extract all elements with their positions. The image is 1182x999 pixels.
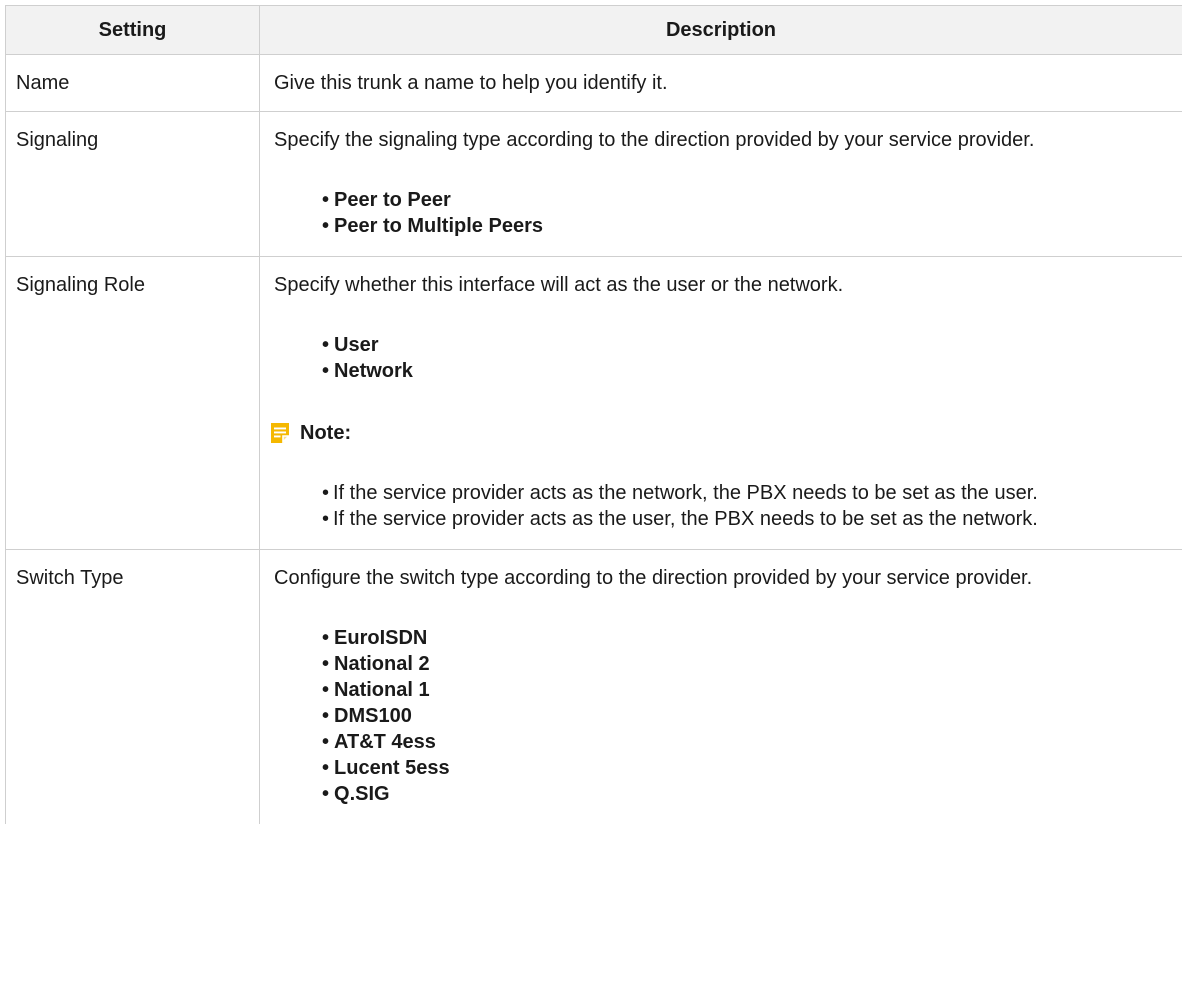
option-label: Peer to Peer xyxy=(334,189,451,211)
option-label: Peer to Multiple Peers xyxy=(334,215,543,237)
note-icon xyxy=(271,423,291,444)
list-item: • Q.SIG xyxy=(322,783,390,805)
option-label: User xyxy=(334,334,379,356)
list-item: • DMS100 xyxy=(322,705,412,727)
note-heading: Note: xyxy=(271,420,1172,446)
list-item: • If the service provider acts as the use… xyxy=(322,508,1038,530)
column-header-setting: Setting xyxy=(5,5,260,55)
setting-description: Specify the signaling type according to … xyxy=(259,111,1182,257)
table-row: Name Give this trunk a name to help you … xyxy=(5,54,1182,112)
setting-name: Signaling Role xyxy=(5,256,260,550)
note-text: If the service provider acts as the user… xyxy=(333,508,1038,530)
list-item: • National 1 xyxy=(322,679,430,701)
description-text: Specify the signaling type according to … xyxy=(274,129,1035,151)
option-label: AT&T 4ess xyxy=(334,731,436,753)
option-label: Lucent 5ess xyxy=(334,757,450,779)
option-list: • Peer to Peer • Peer to Multiple Peers xyxy=(274,187,1172,239)
setting-name: Switch Type xyxy=(5,549,260,824)
list-item: • User xyxy=(322,334,379,356)
option-label: National 2 xyxy=(334,653,430,675)
column-header-description: Description xyxy=(259,5,1182,55)
setting-name: Signaling xyxy=(5,111,260,257)
setting-description: Configure the switch type according to t… xyxy=(259,549,1182,824)
option-label: DMS100 xyxy=(334,705,412,727)
option-label: Network xyxy=(334,360,413,382)
table-row: Signaling Specify the signaling type acc… xyxy=(5,111,1182,257)
settings-table: Setting Description Name Give this trunk… xyxy=(5,5,1182,824)
list-item: • If the service provider acts as the net… xyxy=(322,482,1038,504)
note-list: • If the service provider acts as the net… xyxy=(274,480,1172,532)
option-label: National 1 xyxy=(334,679,430,701)
settings-table-container: Setting Description Name Give this trunk… xyxy=(5,5,1182,824)
description-text: Configure the switch type according to t… xyxy=(274,567,1033,589)
option-list: • EuroISDN • National 2 • National 1 • DMS10… xyxy=(274,625,1172,807)
note-label: Note: xyxy=(300,422,352,444)
option-label: EuroISDN xyxy=(334,627,428,649)
list-item: • Network xyxy=(322,360,413,382)
setting-description: Give this trunk a name to help you ident… xyxy=(259,54,1182,112)
list-item: • Peer to Multiple Peers xyxy=(322,215,543,237)
list-item: • National 2 xyxy=(322,653,430,675)
table-row: Signaling Role Specify whether this inte… xyxy=(5,256,1182,550)
table-row: Switch Type Configure the switch type ac… xyxy=(5,549,1182,824)
list-item: • Lucent 5ess xyxy=(322,757,450,779)
description-text: Specify whether this interface will act … xyxy=(274,274,844,296)
setting-name: Name xyxy=(5,54,260,112)
setting-description: Specify whether this interface will act … xyxy=(259,256,1182,550)
option-label: Q.SIG xyxy=(334,783,390,805)
list-item: • Peer to Peer xyxy=(322,189,451,211)
list-item: • AT&T 4ess xyxy=(322,731,436,753)
list-item: • EuroISDN xyxy=(322,627,428,649)
description-text: Give this trunk a name to help you ident… xyxy=(274,72,668,94)
note-text: If the service provider acts as the netw… xyxy=(333,482,1038,504)
option-list: • User • Network xyxy=(274,332,1172,384)
table-header-row: Setting Description xyxy=(5,5,1182,55)
